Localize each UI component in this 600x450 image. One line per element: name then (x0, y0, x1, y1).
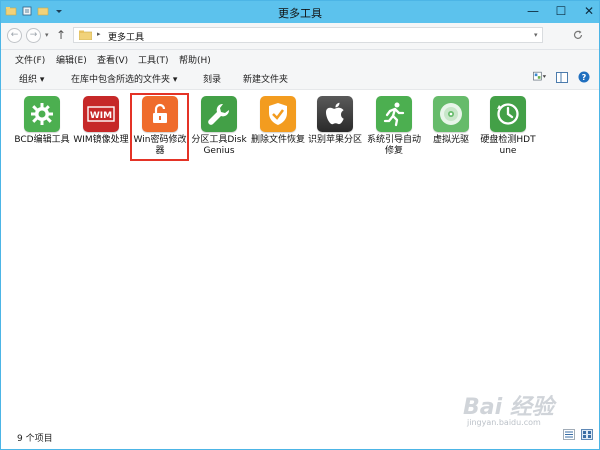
shield-check-icon (260, 96, 296, 132)
file-item-boot-repair[interactable]: 系统引导自动修复 (366, 96, 422, 157)
back-button[interactable]: ← (7, 28, 22, 43)
address-input[interactable]: ▸ 更多工具 (73, 27, 543, 43)
file-item-file-recovery[interactable]: 删除文件恢复 (250, 96, 306, 146)
svg-text:WIM: WIM (90, 111, 112, 121)
address-bar-row: ← → ▾ ↑ ▸ 更多工具 ▾ (1, 23, 599, 50)
wim-icon: WIM (83, 96, 119, 132)
file-label: 系统引导自动修复 (366, 135, 421, 156)
file-label: WIM镜像处理 (73, 135, 129, 145)
burn-button[interactable]: 刻录 (203, 72, 221, 85)
selection-highlight (130, 93, 189, 161)
disc-icon (433, 96, 469, 132)
runner-icon (376, 96, 412, 132)
folder-icon (79, 30, 92, 40)
address-dropdown[interactable]: ▾ (534, 31, 538, 39)
recent-locations-dropdown[interactable]: ▾ (45, 31, 49, 39)
item-count: 9 个项目 (17, 434, 53, 444)
menu-edit[interactable]: 编辑(E) (56, 53, 87, 66)
view-controls: ? (533, 70, 591, 84)
file-item-hdtune[interactable]: 硬盘检测HDTune (480, 96, 536, 157)
explorer-window: 更多工具 — ☐ ✕ ← → ▾ ↑ ▸ 更多工具 ▾ 文件(F) 编辑(E) … (0, 0, 600, 450)
menu-bar: 文件(F) 编辑(E) 查看(V) 工具(T) 帮助(H) (1, 50, 599, 67)
wrench-icon (201, 96, 237, 132)
file-item-bcd-editor[interactable]: BCD编辑工具 (14, 96, 70, 146)
change-view-icon[interactable] (533, 70, 547, 84)
svg-text:?: ? (582, 73, 587, 82)
menu-tools[interactable]: 工具(T) (138, 53, 169, 66)
gear-icon (24, 96, 60, 132)
organize-button[interactable]: 组织 ▾ (19, 72, 44, 85)
menu-help[interactable]: 帮助(H) (179, 53, 211, 66)
file-item-diskgenius[interactable]: 分区工具DiskGenius (191, 96, 247, 157)
large-icons-view-icon[interactable] (581, 429, 593, 440)
clock-check-icon (490, 96, 526, 132)
command-bar: 组织 ▾ 在库中包含所选的文件夹 ▾ 刻录 新建文件夹 ? (1, 67, 599, 90)
preview-pane-icon[interactable] (555, 70, 569, 84)
file-item-wim-tool[interactable]: WIM WIM镜像处理 (73, 96, 129, 146)
apple-icon (317, 96, 353, 132)
file-label: 删除文件恢复 (250, 135, 305, 145)
window-title: 更多工具 (278, 7, 322, 20)
refresh-icon[interactable] (572, 29, 584, 41)
view-toggle-group (563, 429, 593, 440)
forward-button[interactable]: → (26, 28, 41, 43)
file-label: 分区工具DiskGenius (191, 135, 247, 156)
close-button[interactable]: ✕ (575, 1, 600, 21)
menu-view[interactable]: 查看(V) (97, 53, 128, 66)
file-label: BCD编辑工具 (14, 135, 70, 145)
up-button[interactable]: ↑ (56, 28, 66, 42)
breadcrumb-current[interactable]: 更多工具 (108, 30, 144, 43)
status-bar: 9 个项目 (1, 423, 599, 449)
title-bar[interactable]: 更多工具 — ☐ ✕ (1, 1, 599, 23)
new-folder-button[interactable]: 新建文件夹 (243, 72, 288, 85)
details-view-icon[interactable] (563, 429, 575, 440)
file-label: 虚拟光驱 (432, 135, 469, 145)
file-label: 识别苹果分区 (307, 135, 362, 145)
minimize-button[interactable]: — (519, 1, 547, 21)
breadcrumb-separator[interactable]: ▸ (97, 30, 101, 38)
include-in-library-button[interactable]: 在库中包含所选的文件夹 ▾ (71, 72, 177, 85)
file-label: 硬盘检测HDTune (480, 135, 536, 156)
file-item-apple-partition[interactable]: 识别苹果分区 (307, 96, 363, 146)
help-icon[interactable]: ? (577, 70, 591, 84)
maximize-button[interactable]: ☐ (547, 1, 575, 21)
file-item-virtual-drive[interactable]: 虚拟光驱 (423, 96, 479, 146)
menu-file[interactable]: 文件(F) (15, 53, 45, 66)
